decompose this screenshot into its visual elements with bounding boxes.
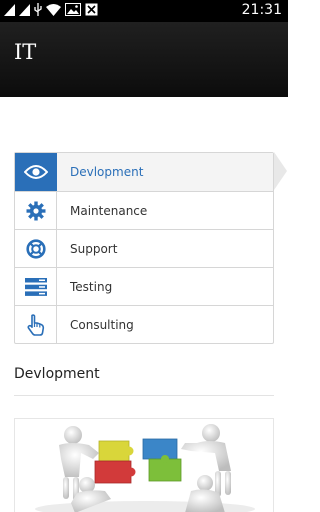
gear-icon xyxy=(26,201,45,220)
section-title: Devlopment xyxy=(14,366,100,382)
divider xyxy=(14,395,274,396)
menu-item-label: Testing xyxy=(70,279,113,294)
menu-item-label: Devlopment xyxy=(70,165,144,179)
menu-icon-cell xyxy=(15,230,57,267)
signal-icon xyxy=(19,3,30,16)
menu-item-testing[interactable]: Testing xyxy=(15,267,273,305)
clock: 21:31 xyxy=(241,2,282,18)
menu-icon-cell xyxy=(15,268,57,305)
usb-icon xyxy=(34,3,42,16)
signal-icon xyxy=(4,3,15,16)
menu-icon-cell xyxy=(15,306,57,343)
hero-image xyxy=(14,418,274,512)
server-icon xyxy=(24,277,47,296)
pointer-hand-icon xyxy=(26,313,44,336)
menu-icon-cell xyxy=(15,153,57,191)
status-bar: 21:31 xyxy=(0,0,288,22)
close-box-icon xyxy=(85,3,98,16)
menu-item-support[interactable]: Support xyxy=(15,229,273,267)
app-title: IT xyxy=(14,40,37,64)
menu-item-label: Consulting xyxy=(70,317,134,332)
menu-item-maintenance[interactable]: Maintenance xyxy=(15,191,273,229)
menu-item-consulting[interactable]: Consulting xyxy=(15,305,273,343)
service-menu: Devlopment Maintenance Support Testing C… xyxy=(14,152,287,344)
lifebuoy-icon xyxy=(25,238,46,259)
status-icons xyxy=(4,3,98,16)
menu-item-label: Maintenance xyxy=(70,203,148,218)
image-icon xyxy=(65,3,81,16)
menu-icon-cell xyxy=(15,192,57,229)
puzzle-illustration xyxy=(35,424,255,512)
wifi-icon xyxy=(46,3,61,16)
eye-icon xyxy=(23,165,48,179)
menu-item-label: Support xyxy=(70,241,118,256)
menu-item-devlopment[interactable]: Devlopment xyxy=(15,152,287,191)
app-bar: IT xyxy=(0,22,288,97)
